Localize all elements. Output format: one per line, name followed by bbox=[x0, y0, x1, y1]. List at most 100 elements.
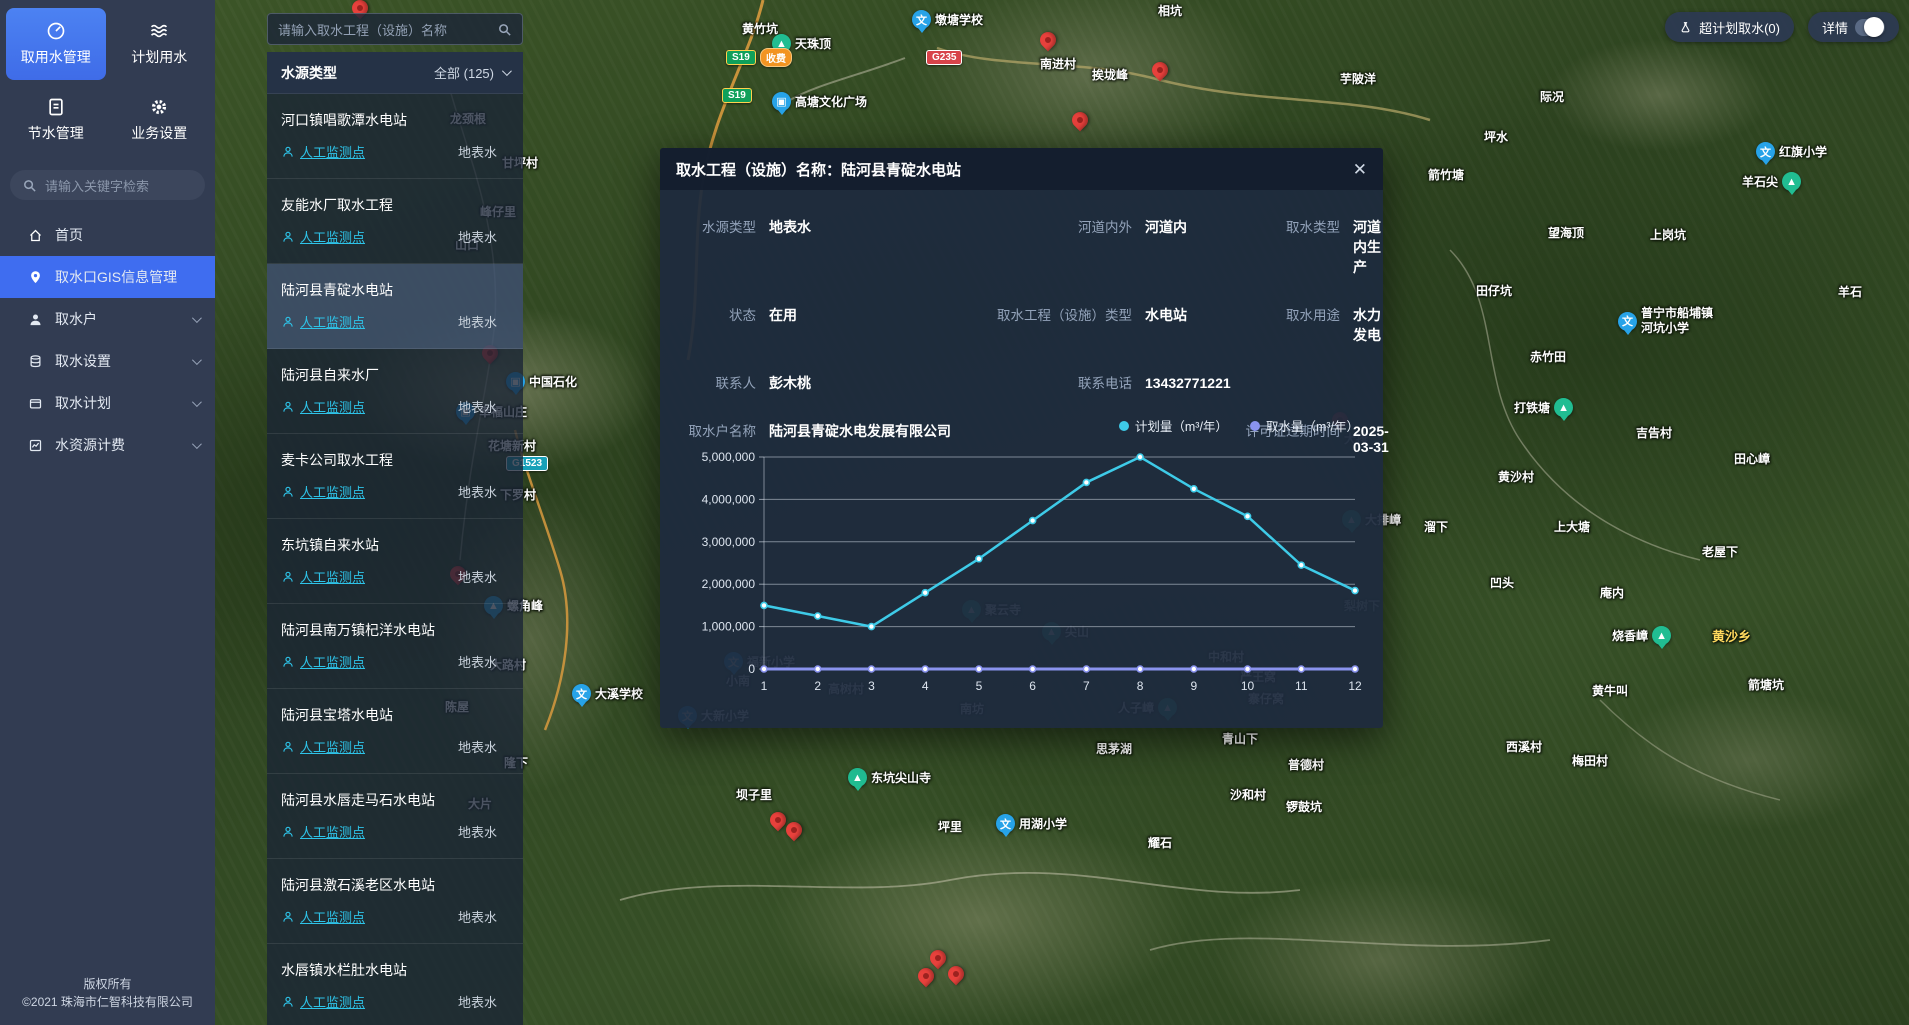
sidebar-search-input[interactable]: 请输入关键字检索 bbox=[10, 170, 205, 200]
svg-text:6: 6 bbox=[1029, 679, 1036, 693]
manual-monitor-link[interactable]: 人工监测点 bbox=[281, 907, 365, 926]
red-map-pin-icon[interactable] bbox=[927, 947, 950, 970]
tile-water-intake-management[interactable]: 取用水管理 bbox=[6, 8, 106, 80]
filter-value-dropdown[interactable]: 全部 (125) bbox=[434, 63, 509, 82]
person-icon bbox=[281, 400, 295, 414]
station-detail-modal: 取水工程（设施）名称：陆河县青碇水电站 ✕ 水源类型 地表水 河道内外 河道内 … bbox=[660, 148, 1383, 728]
field-label: 取水工程（设施）类型 bbox=[924, 304, 1132, 324]
station-name: 友能水厂取水工程 bbox=[281, 195, 509, 215]
station-list-item[interactable]: 陆河县水唇走马石水电站人工监测点地表水 bbox=[267, 774, 523, 859]
station-list-item[interactable]: 东坑镇自来水站人工监测点地表水 bbox=[267, 519, 523, 604]
legend-item[interactable]: 计划量（m³/年） bbox=[1119, 416, 1228, 435]
manual-monitor-link[interactable]: 人工监测点 bbox=[281, 567, 365, 586]
station-list[interactable]: 河口镇唱歌潭水电站人工监测点地表水友能水厂取水工程人工监测点地表水陆河县青碇水电… bbox=[267, 94, 523, 1025]
station-meta: 人工监测点地表水 bbox=[281, 142, 509, 161]
water-source-type: 地表水 bbox=[458, 397, 497, 416]
map-label: 青山下 bbox=[1222, 730, 1258, 747]
road-badge: S19 bbox=[722, 88, 752, 103]
station-list-item[interactable]: 陆河县南万镇杞洋水电站人工监测点地表水 bbox=[267, 604, 523, 689]
station-list-item[interactable]: 陆河县青碇水电站人工监测点地表水 bbox=[267, 264, 523, 349]
tile-planned-water-use[interactable]: 计划用水 bbox=[110, 8, 210, 80]
sidebar-item-gis-management[interactable]: 取水口GIS信息管理 bbox=[0, 256, 215, 298]
red-map-pin-icon[interactable] bbox=[1037, 29, 1060, 52]
red-map-pin-icon[interactable] bbox=[1069, 109, 1092, 132]
water-source-type: 地表水 bbox=[458, 992, 497, 1011]
manual-monitor-link[interactable]: 人工监测点 bbox=[281, 652, 365, 671]
sidebar-item-intake-plan[interactable]: 取水计划 bbox=[0, 382, 215, 424]
over-plan-intake-button[interactable]: 超计划取水(0) bbox=[1665, 12, 1794, 42]
sidebar-item-home[interactable]: 首页 bbox=[0, 214, 215, 256]
station-meta: 人工监测点 地表水 bbox=[281, 992, 509, 1011]
chevron-down-icon bbox=[192, 439, 202, 449]
manual-monitor-link[interactable]: 人工监测点 bbox=[281, 482, 365, 501]
sidebar-item-intake-settings[interactable]: 取水设置 bbox=[0, 340, 215, 382]
manual-monitor-link[interactable]: 人工监测点 bbox=[281, 822, 365, 841]
tile-water-saving-management[interactable]: 节水管理 bbox=[6, 84, 106, 156]
manual-monitor-link[interactable]: 人工监测点 bbox=[281, 227, 365, 246]
map-label: 田心嶂 bbox=[1734, 450, 1770, 467]
document-icon bbox=[46, 97, 66, 117]
tile-business-settings[interactable]: 业务设置 bbox=[110, 84, 210, 156]
person-icon bbox=[281, 230, 295, 244]
sidebar: 取用水管理 计划用水 节水管理 业务设置 请输入关键字检索 首页 bbox=[0, 0, 215, 1025]
manual-monitor-link[interactable]: 人工监测点 bbox=[281, 142, 365, 161]
map-label: 烧香嶂▲ bbox=[1612, 626, 1671, 645]
manual-monitor-link[interactable]: 人工监测点 bbox=[281, 397, 365, 416]
map-label: 文红旗小学 bbox=[1756, 142, 1827, 161]
chart-legend: 计划量（m³/年） 取水量（m³/年） bbox=[678, 416, 1365, 435]
station-list-item[interactable]: 陆河县宝塔水电站人工监测点地表水 bbox=[267, 689, 523, 774]
station-meta: 人工监测点地表水 bbox=[281, 822, 509, 841]
field-label: 河道内外 bbox=[924, 216, 1132, 236]
sidebar-item-water-billing[interactable]: 水资源计费 bbox=[0, 424, 215, 466]
chevron-down-icon bbox=[502, 66, 512, 76]
svg-text:9: 9 bbox=[1190, 679, 1197, 693]
water-source-type: 地表水 bbox=[458, 652, 497, 671]
person-icon bbox=[281, 570, 295, 584]
svg-text:12: 12 bbox=[1348, 679, 1362, 693]
filter-label: 水源类型 bbox=[281, 63, 337, 83]
field-value: 水电站 bbox=[1132, 305, 1228, 325]
map-label: 庵内 bbox=[1600, 584, 1624, 601]
legend-item[interactable]: 取水量（m³/年） bbox=[1250, 416, 1359, 435]
mountain-marker-icon: ▲ bbox=[1554, 398, 1573, 417]
svg-text:3: 3 bbox=[868, 679, 875, 693]
tile-label: 计划用水 bbox=[131, 47, 187, 67]
menu-label: 取水设置 bbox=[55, 351, 111, 371]
red-map-pin-icon[interactable] bbox=[915, 965, 938, 988]
map-label: 田仔坑 bbox=[1476, 282, 1512, 299]
station-list-item[interactable]: 陆河县激石溪老区水电站人工监测点地表水 bbox=[267, 859, 523, 944]
manual-monitor-link[interactable]: 人工监测点 bbox=[281, 992, 365, 1011]
station-list-item[interactable]: 河口镇唱歌潭水电站人工监测点地表水 bbox=[267, 94, 523, 179]
menu-label: 取水口GIS信息管理 bbox=[55, 267, 177, 287]
chevron-down-icon bbox=[192, 397, 202, 407]
station-list-item[interactable]: 麦卡公司取水工程人工监测点地表水 bbox=[267, 434, 523, 519]
tile-label: 取用水管理 bbox=[21, 47, 91, 67]
map-label: 梅田村 bbox=[1572, 752, 1608, 769]
red-map-pin-icon[interactable] bbox=[1149, 59, 1172, 82]
home-icon bbox=[28, 228, 43, 243]
field-label: 状态 bbox=[680, 304, 756, 324]
station-name: 麦卡公司取水工程 bbox=[281, 450, 509, 470]
station-search-input[interactable]: 请输入取水工程（设施）名称 bbox=[267, 13, 523, 45]
close-icon[interactable]: ✕ bbox=[1353, 161, 1367, 178]
station-list-item[interactable]: 友能水厂取水工程人工监测点地表水 bbox=[267, 179, 523, 264]
manual-monitor-link[interactable]: 人工监测点 bbox=[281, 312, 365, 331]
station-list-item[interactable]: 陆河县自来水厂人工监测点 地表水 bbox=[267, 349, 523, 434]
menu-label: 取水户 bbox=[55, 309, 97, 329]
map-label: ▲东坑尖山寺 bbox=[848, 768, 931, 787]
map-label: 箭竹塘 bbox=[1428, 166, 1464, 183]
station-name: 陆河县自来水厂 bbox=[281, 365, 509, 385]
field-label: 取水用途 bbox=[1228, 304, 1340, 324]
sidebar-menu: 首页 取水口GIS信息管理 取水户 取水设置 取水计划 bbox=[0, 214, 215, 975]
person-icon bbox=[281, 655, 295, 669]
manual-monitor-link[interactable]: 人工监测点 bbox=[281, 737, 365, 756]
station-meta: 人工监测点地表水 bbox=[281, 312, 509, 331]
person-icon bbox=[281, 995, 295, 1009]
sidebar-item-water-users[interactable]: 取水户 bbox=[0, 298, 215, 340]
red-map-pin-icon[interactable] bbox=[945, 963, 968, 986]
map-label: 沙和村 bbox=[1230, 786, 1266, 803]
field-label: 联系人 bbox=[680, 372, 756, 392]
map-label: 打铁塘▲ bbox=[1514, 398, 1573, 417]
station-list-item[interactable]: 水唇镇水栏肚水电站人工监测点地表水 bbox=[267, 944, 523, 1025]
detail-toggle-switch[interactable] bbox=[1855, 19, 1885, 36]
